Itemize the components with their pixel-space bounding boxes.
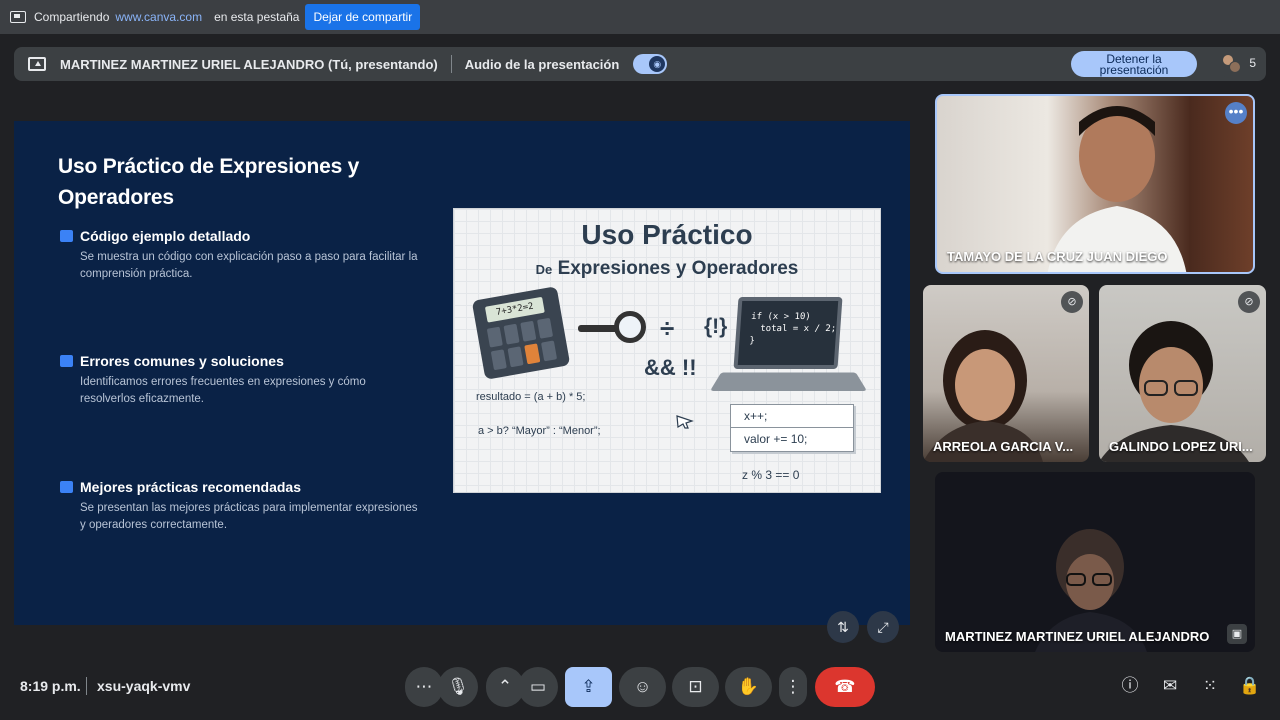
participant-name: GALINDO LOPEZ URI... — [1109, 439, 1253, 454]
swap-view-button[interactable]: ⇅ — [827, 611, 859, 643]
participant-tile[interactable]: ⊘ GALINDO LOPEZ URI... — [1099, 285, 1266, 462]
info-icon: ⓘ — [1121, 676, 1139, 695]
code-line-ternary: a > b? “Mayor” : “Menor”; — [478, 425, 601, 437]
mic-off-icon: ⊘ — [1061, 291, 1083, 313]
section-text: Se muestra un código con explicación pas… — [80, 251, 418, 280]
participant-name: TAMAYO DE LA CRUZ JUAN DIEGO — [947, 249, 1168, 264]
logic-operators-glyph: && !! — [644, 355, 697, 380]
illustration-subtitle: De Expresiones y Operadores — [535, 258, 799, 279]
raise-hand-button[interactable]: ✋ — [725, 667, 772, 707]
section-common-errors: Errores comunes y soluciones Identificam… — [60, 353, 420, 408]
microphone-button[interactable]: 🎙 — [438, 667, 478, 707]
more-options-icon[interactable]: ••• — [1225, 102, 1247, 124]
section-heading: Errores comunes y soluciones — [80, 353, 284, 369]
hang-up-icon: ☎ — [834, 677, 856, 696]
camera-button[interactable]: ▭ — [518, 667, 558, 707]
present-screen-icon — [28, 57, 46, 71]
participant-tile-speaking[interactable]: ••• TAMAYO DE LA CRUZ JUAN DIEGO — [935, 94, 1255, 274]
participant-name: ARREOLA GARCIA V... — [933, 439, 1074, 454]
camera-icon: ▭ — [529, 677, 547, 696]
sharing-bar: Compartiendo www.canva.com en esta pesta… — [0, 0, 1280, 34]
present-screen-button[interactable]: ⇪ — [565, 667, 612, 707]
code-line-mod: z % 3 == 0 — [742, 468, 800, 482]
divider — [450, 55, 452, 73]
participants-button[interactable]: 5 — [1216, 48, 1266, 78]
lock-person-icon: 🔒 — [1239, 676, 1261, 695]
divide-icon: ÷ — [660, 313, 675, 343]
audio-label: Audio de la presentación — [464, 56, 620, 72]
captions-icon: ⊡ — [688, 677, 703, 696]
emoji-icon: ☺ — [633, 677, 652, 696]
apps-grid-icon: ⁙ — [1202, 676, 1218, 695]
divider — [86, 677, 87, 695]
meeting-time: 8:19 p.m. — [20, 678, 81, 694]
calculator-icon: 7+3*2=2 — [471, 286, 571, 380]
sharing-label: Compartiendo — [34, 10, 110, 24]
participant-name: MARTINEZ MARTINEZ URIEL ALEJANDRO — [945, 629, 1210, 644]
participant-tile-self[interactable]: MARTINEZ MARTINEZ URIEL ALEJANDRO ▣ — [935, 472, 1255, 652]
fullscreen-button[interactable]: ⤢ — [867, 611, 899, 643]
checkbox-icon — [60, 355, 73, 367]
calculator-display: 7+3*2=2 — [484, 296, 545, 323]
section-heading: Código ejemplo detallado — [80, 228, 251, 244]
stop-presenting-button[interactable]: Detener la presentación — [1071, 51, 1197, 77]
more-vert-icon: ⋮ — [784, 677, 802, 696]
present-icon: ⇪ — [581, 677, 596, 696]
more-options-button[interactable]: ⋮ — [779, 667, 807, 707]
section-text: Identificamos errores frecuentes en expr… — [80, 376, 366, 405]
slide-title: Uso Práctico de Expresiones y Operadores — [58, 155, 360, 209]
sharing-tab-label: en esta pestaña — [214, 10, 300, 24]
section-code-example: Código ejemplo detallado Se muestra un c… — [60, 228, 420, 283]
captions-button[interactable]: ⊡ — [672, 667, 719, 707]
chat-button[interactable]: ✉ — [1158, 674, 1182, 698]
leave-call-button[interactable]: ☎ — [815, 667, 875, 707]
meeting-controls-bar: 8:19 p.m. xsu-yaqk-vmv ⋯ 🎙 ⌃ ▭ ⇪ ☺ ⊡ ✋ ⋮… — [0, 660, 1280, 720]
screen-share-icon — [10, 11, 26, 23]
pip-icon[interactable]: ▣ — [1227, 624, 1247, 644]
shared-site-link[interactable]: www.canva.com — [115, 10, 202, 24]
flag-icon — [60, 481, 73, 493]
laptop-icon: if (x > 10) total = x / 2; } — [709, 297, 868, 397]
participant-video — [923, 330, 1043, 462]
participant-avatars — [1222, 54, 1242, 74]
reactions-button[interactable]: ☺ — [619, 667, 666, 707]
participant-count: 5 — [1249, 56, 1256, 70]
presenter-label: MARTINEZ MARTINEZ URIEL ALEJANDRO (Tú, p… — [60, 56, 438, 72]
participant-video — [1047, 106, 1187, 272]
cursor-icon — [676, 415, 694, 429]
chat-icon: ✉ — [1162, 676, 1178, 695]
participant-video — [1035, 529, 1147, 652]
meeting-details-button[interactable]: ⓘ — [1118, 674, 1142, 698]
slide-illustration: Uso Práctico De Expresiones y Operadores… — [453, 208, 881, 493]
envelope-icon — [60, 230, 73, 242]
speaker-icon: ◉ — [649, 56, 666, 72]
section-best-practices: Mejores prácticas recomendadas Se presen… — [60, 479, 420, 534]
section-heading: Mejores prácticas recomendadas — [80, 479, 301, 495]
section-text: Se presentan las mejores prácticas para … — [80, 502, 418, 531]
stop-sharing-button[interactable]: Dejar de compartir — [305, 4, 421, 30]
participant-tile[interactable]: ⊘ ARREOLA GARCIA V... — [923, 285, 1089, 462]
magnifier-icon — [578, 311, 652, 343]
microphone-icon: 🎙 — [447, 677, 469, 696]
activities-button[interactable]: ⁙ — [1198, 674, 1222, 698]
code-box: x++; valor += 10; — [730, 404, 854, 452]
illustration-title: Uso Práctico — [581, 219, 753, 250]
presentation-slide: Uso Práctico de Expresiones y Operadores… — [14, 121, 910, 643]
participant-video — [1099, 321, 1249, 462]
presentation-audio-toggle[interactable]: ◉ — [633, 54, 668, 74]
meeting-code: xsu-yaqk-vmv — [97, 678, 191, 694]
host-controls-button[interactable]: 🔒 — [1238, 674, 1262, 698]
hand-icon: ✋ — [737, 677, 760, 696]
mic-off-icon: ⊘ — [1238, 291, 1260, 313]
code-line-result: resultado = (a + b) * 5; — [476, 391, 586, 403]
